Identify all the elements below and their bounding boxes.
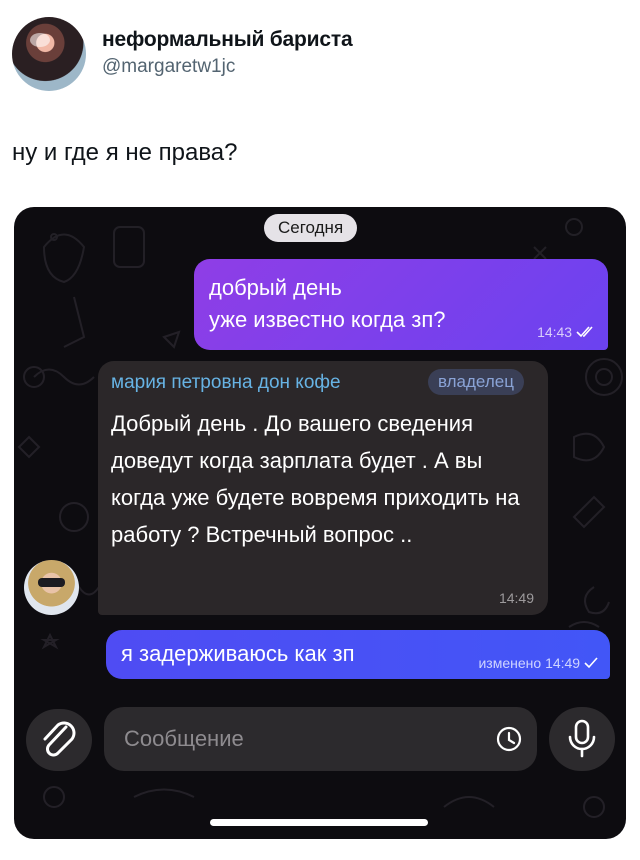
sticker-clock-icon[interactable] bbox=[495, 725, 523, 753]
home-indicator[interactable] bbox=[210, 819, 428, 826]
message-meta: 14:43 bbox=[537, 324, 596, 340]
author-name[interactable]: неформальный бариста bbox=[102, 28, 353, 52]
message-line: добрый день bbox=[209, 275, 342, 300]
message-text: я задерживаюсь как зп bbox=[121, 641, 355, 666]
message-time: 14:49 bbox=[498, 590, 534, 606]
tweet-text: ну и где я не права? bbox=[12, 139, 238, 166]
edited-label: изменено bbox=[478, 655, 542, 671]
sender-name[interactable]: мария петровна дон кофе bbox=[111, 372, 341, 394]
message-text: Добрый день . До вашего сведения доведут… bbox=[111, 411, 520, 547]
outgoing-message-bubble[interactable]: я задерживаюсь как зп изменено 14:49 bbox=[106, 630, 610, 679]
double-check-icon bbox=[576, 326, 593, 338]
avatar-highlight bbox=[30, 33, 50, 47]
message-line: уже известно когда зп? bbox=[209, 307, 446, 332]
sender-role-badge: владелец bbox=[428, 369, 524, 395]
outgoing-message-bubble[interactable]: добрый день уже известно когда зп? 14:43 bbox=[194, 259, 608, 350]
author-avatar[interactable] bbox=[12, 17, 86, 91]
sender-avatar[interactable] bbox=[24, 560, 79, 615]
check-icon bbox=[584, 657, 598, 669]
voice-record-button[interactable] bbox=[549, 707, 615, 771]
message-placeholder: Сообщение bbox=[124, 726, 244, 751]
chat-screenshot: Сегодня добрый день уже известно когда з… bbox=[14, 207, 626, 839]
author-handle[interactable]: @margaretw1jc bbox=[102, 56, 235, 78]
message-meta: изменено 14:49 bbox=[478, 655, 598, 671]
incoming-message-bubble[interactable]: мария петровна дон кофе владелец Добрый … bbox=[98, 361, 548, 615]
message-time: 14:49 bbox=[545, 655, 581, 671]
date-separator: Сегодня bbox=[264, 214, 358, 242]
message-input[interactable]: Сообщение bbox=[104, 707, 537, 771]
message-time: 14:43 bbox=[537, 324, 573, 340]
microphone-icon bbox=[568, 719, 596, 758]
paperclip-icon bbox=[43, 721, 76, 757]
attach-button[interactable] bbox=[26, 709, 92, 771]
sunglasses-shape bbox=[38, 578, 65, 587]
